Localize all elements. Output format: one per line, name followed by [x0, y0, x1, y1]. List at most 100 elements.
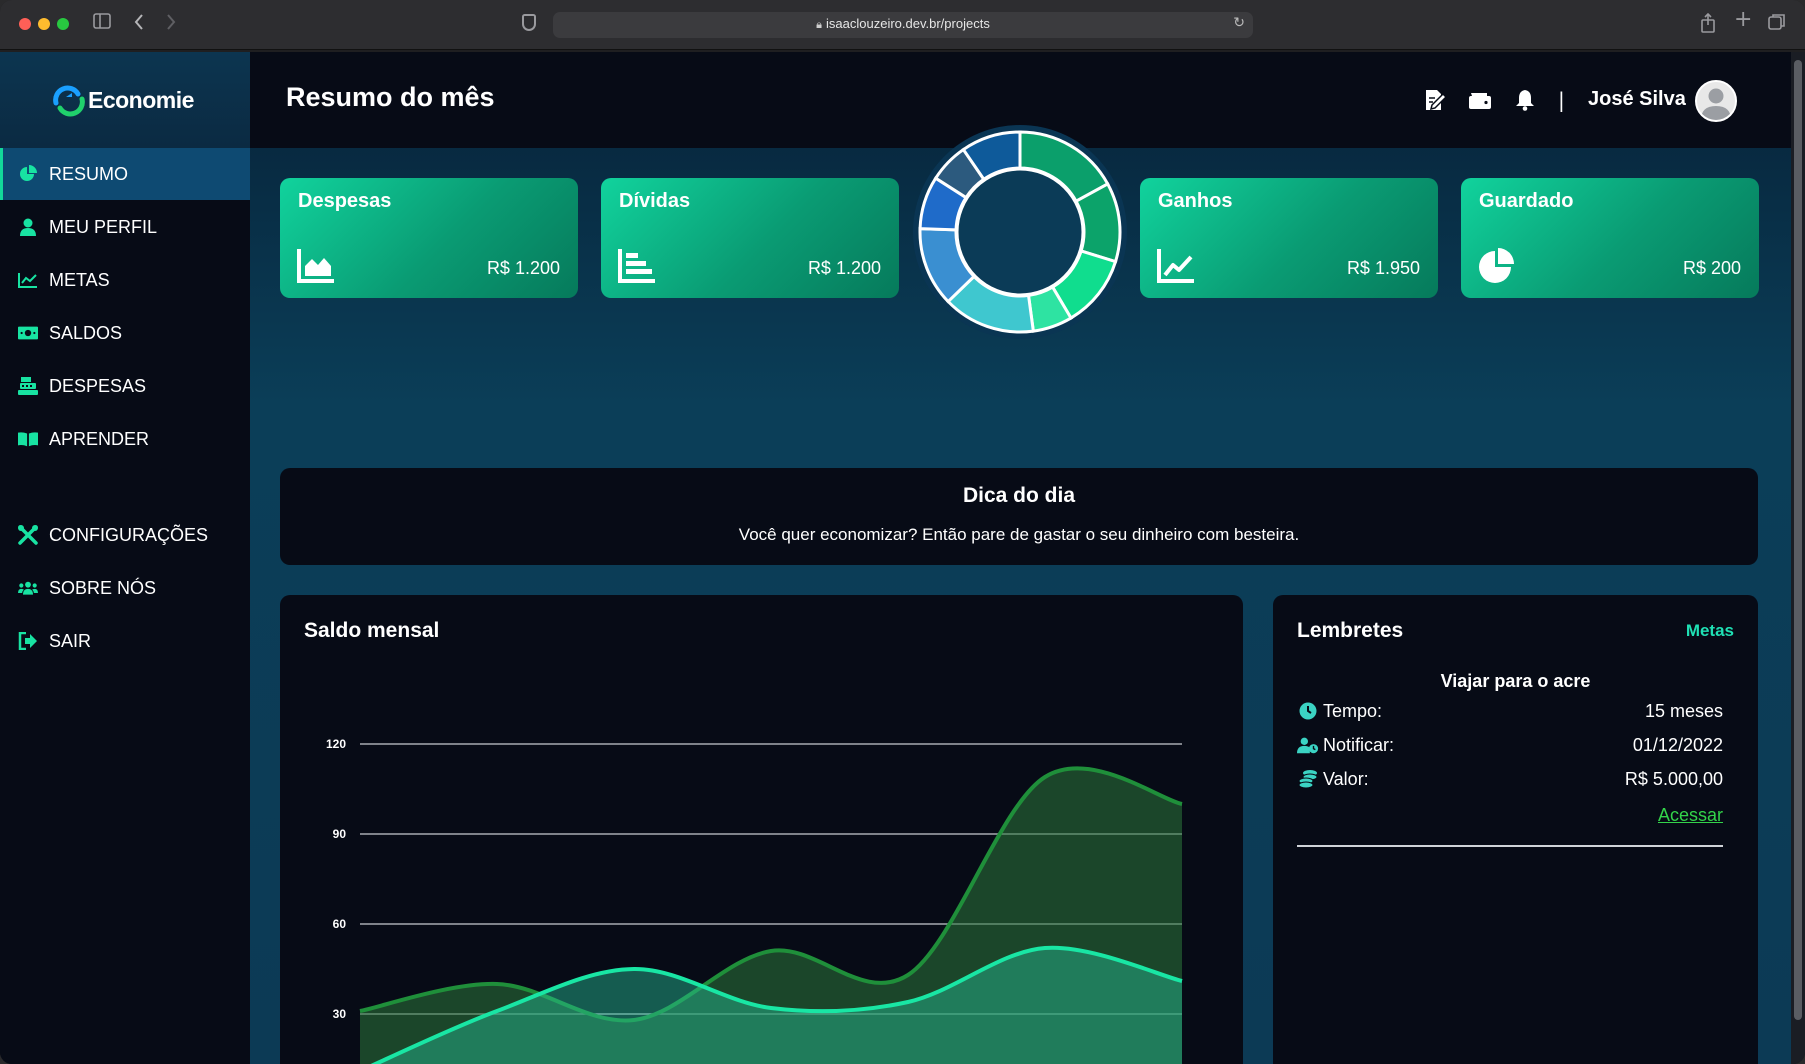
minimize-window-button[interactable]: [38, 18, 50, 30]
y-tick-label: 60: [333, 917, 347, 931]
clock-icon: [1297, 700, 1319, 722]
card-value: R$ 200: [1682, 258, 1741, 278]
logo-area: Economie: [0, 52, 250, 148]
sidebar-item-sobre-nos[interactable]: SOBRE NÓS: [0, 562, 250, 614]
bar-chart-icon: [618, 249, 655, 283]
sidebar-item-label: CONFIGURAÇÕES: [49, 524, 209, 545]
new-tab-icon[interactable]: +: [1734, 9, 1752, 31]
sidebar-item-label: SOBRE NÓS: [49, 577, 157, 598]
sidebar-item-metas[interactable]: METAS: [0, 254, 250, 306]
tip-title: Dica do dia: [962, 484, 1076, 507]
reminder-label: Valor:: [1323, 768, 1369, 789]
users-icon: [18, 578, 38, 598]
scrollbar-thumb[interactable]: [1794, 60, 1802, 1020]
sidebar-item-label: DESPESAS: [49, 375, 147, 396]
page-title: Resumo do mês: [286, 82, 495, 112]
area-chart-icon: [297, 249, 334, 283]
user-icon: [18, 217, 38, 237]
access-link[interactable]: Acessar: [1658, 805, 1723, 826]
summary-donut-chart: [913, 125, 1127, 339]
y-tick-label: 120: [326, 737, 346, 751]
line-chart-icon: [1157, 249, 1194, 283]
pie-chart-icon: [18, 164, 38, 184]
card-title: Despesas: [298, 190, 392, 212]
edit-document-icon[interactable]: [1422, 87, 1448, 113]
page-viewport: Economie RESUMO MEU PERFIL METAS SALDOS …: [0, 52, 1805, 1064]
reminder-row-value: Valor: R$ 5.000,00: [1297, 766, 1723, 792]
reload-icon[interactable]: ↻: [1233, 15, 1245, 31]
address-bar[interactable]: 🔒︎ isaaclouzeiro.dev.br/projects ↻: [553, 12, 1253, 38]
sidebar-item-configuracoes[interactable]: CONFIGURAÇÕES: [0, 509, 250, 561]
reminder-value: 01/12/2022: [1632, 734, 1723, 755]
card-despesas[interactable]: Despesas R$ 1.200: [280, 178, 578, 298]
reminder-label: Notificar:: [1323, 734, 1395, 755]
sidebar-item-sair[interactable]: SAIR: [0, 615, 250, 667]
card-value: R$ 1.950: [1346, 258, 1420, 278]
sidebar-item-label: APRENDER: [49, 428, 150, 449]
forward-icon[interactable]: [165, 13, 177, 36]
card-title: Guardado: [1479, 190, 1574, 212]
tip-text: Você quer economizar? Então pare de gast…: [738, 525, 1300, 544]
avatar[interactable]: [1695, 80, 1737, 122]
pie-chart-icon: [1479, 248, 1514, 283]
user-clock-icon: [1297, 734, 1319, 756]
reminder-divider: [1297, 845, 1723, 847]
wallet-icon[interactable]: [1467, 87, 1493, 113]
sidebar-item-label: METAS: [49, 269, 110, 290]
zoom-window-button[interactable]: [57, 18, 69, 30]
reminders-panel: Lembretes Metas Viajar para o acre Tempo…: [1273, 595, 1758, 1064]
bell-icon[interactable]: [1512, 87, 1538, 113]
sidebar-toggle-icon[interactable]: [93, 13, 111, 34]
page-scrollbar[interactable]: [1791, 52, 1805, 1064]
money-bill-icon: [18, 323, 38, 343]
card-dividas[interactable]: Dívidas R$ 1.200: [601, 178, 899, 298]
card-guardado[interactable]: Guardado R$ 200: [1461, 178, 1759, 298]
sign-out-icon: [18, 631, 38, 651]
reminder-value: R$ 5.000,00: [1624, 768, 1723, 789]
sidebar-item-saldos[interactable]: SALDOS: [0, 307, 250, 359]
tab-overview-icon[interactable]: [1768, 13, 1786, 36]
sidebar: Economie RESUMO MEU PERFIL METAS SALDOS …: [0, 52, 250, 1064]
user-name[interactable]: José Silva: [1588, 88, 1686, 111]
card-title: Ganhos: [1158, 190, 1233, 212]
chart-title: Saldo mensal: [304, 619, 440, 642]
tools-icon: [18, 525, 38, 545]
browser-window: 🔒︎ isaaclouzeiro.dev.br/projects ↻ + Eco…: [0, 0, 1805, 1064]
card-title: Dívidas: [619, 190, 691, 212]
sidebar-item-label: RESUMO: [49, 163, 129, 184]
logo-mark-icon: [50, 85, 86, 117]
logo-text: Economie: [88, 86, 194, 113]
y-tick-label: 90: [333, 827, 347, 841]
back-icon[interactable]: [133, 13, 145, 36]
card-ganhos[interactable]: Ganhos R$ 1.950: [1140, 178, 1438, 298]
cash-register-icon: [18, 376, 38, 396]
reminder-value: 15 meses: [1644, 700, 1723, 721]
sidebar-item-resumo[interactable]: RESUMO: [0, 148, 250, 200]
card-value: R$ 1.200: [807, 258, 881, 278]
app-logo[interactable]: Economie: [50, 82, 194, 118]
lock-icon: 🔒︎: [816, 19, 823, 31]
header-separator: |: [1558, 88, 1565, 112]
line-chart-icon: [18, 270, 38, 290]
reminder-subtitle: Viajar para o acre: [1440, 671, 1591, 691]
sidebar-item-label: SALDOS: [49, 322, 123, 343]
privacy-shield-icon[interactable]: [522, 14, 536, 31]
y-tick-label: 30: [333, 1007, 347, 1021]
book-open-icon: [18, 429, 38, 449]
url-text: isaaclouzeiro.dev.br/projects: [826, 16, 990, 31]
share-icon[interactable]: [1700, 12, 1716, 38]
main-content: Resumo do mês | José Silva Despesas R$ 1…: [250, 52, 1791, 1064]
goals-link[interactable]: Metas: [1686, 621, 1734, 641]
close-window-button[interactable]: [19, 18, 31, 30]
sidebar-item-despesas[interactable]: DESPESAS: [0, 360, 250, 412]
tip-of-the-day: Dica do dia Você quer economizar? Então …: [280, 468, 1758, 565]
donut-hole: [955, 167, 1085, 297]
browser-toolbar: 🔒︎ isaaclouzeiro.dev.br/projects ↻ +: [0, 0, 1805, 50]
monthly-balance-panel: 0306090120 Saldo mensal: [280, 595, 1243, 1064]
sidebar-item-meu-perfil[interactable]: MEU PERFIL: [0, 201, 250, 253]
reminder-row-time: Tempo: 15 meses: [1297, 698, 1723, 724]
reminder-row-notify: Notificar: 01/12/2022: [1297, 732, 1723, 758]
card-value: R$ 1.200: [486, 258, 560, 278]
sidebar-item-aprender[interactable]: APRENDER: [0, 413, 250, 465]
reminder-label: Tempo:: [1323, 700, 1383, 721]
